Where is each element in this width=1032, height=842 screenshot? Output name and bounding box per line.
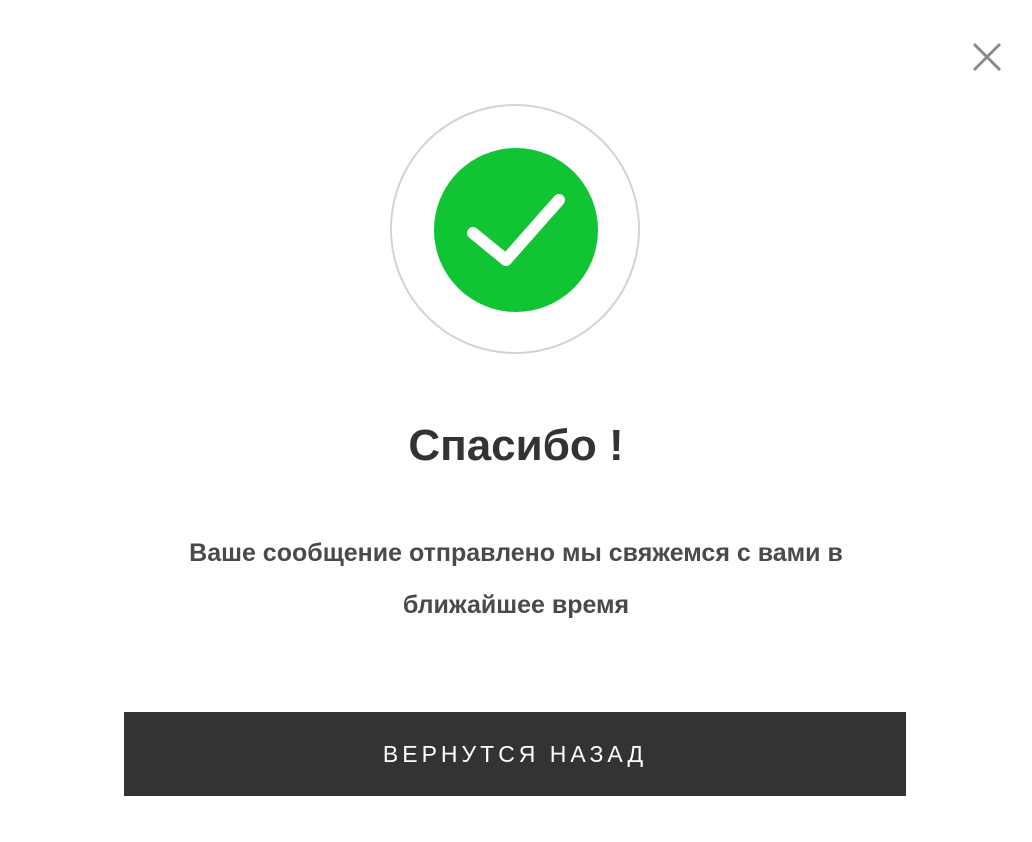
success-modal: Спасибо ! Ваше сообщение отправлено мы с… (0, 0, 1032, 842)
modal-message: Ваше сообщение отправлено мы свяжемся с … (189, 539, 843, 619)
back-button[interactable]: ВЕРНУТСЯ НАЗАД (124, 712, 906, 796)
success-badge (434, 148, 598, 312)
modal-title: Спасибо ! (408, 421, 624, 470)
close-icon[interactable] (971, 41, 1003, 73)
checkmark-icon (467, 194, 565, 266)
close-button[interactable] (968, 38, 1006, 76)
